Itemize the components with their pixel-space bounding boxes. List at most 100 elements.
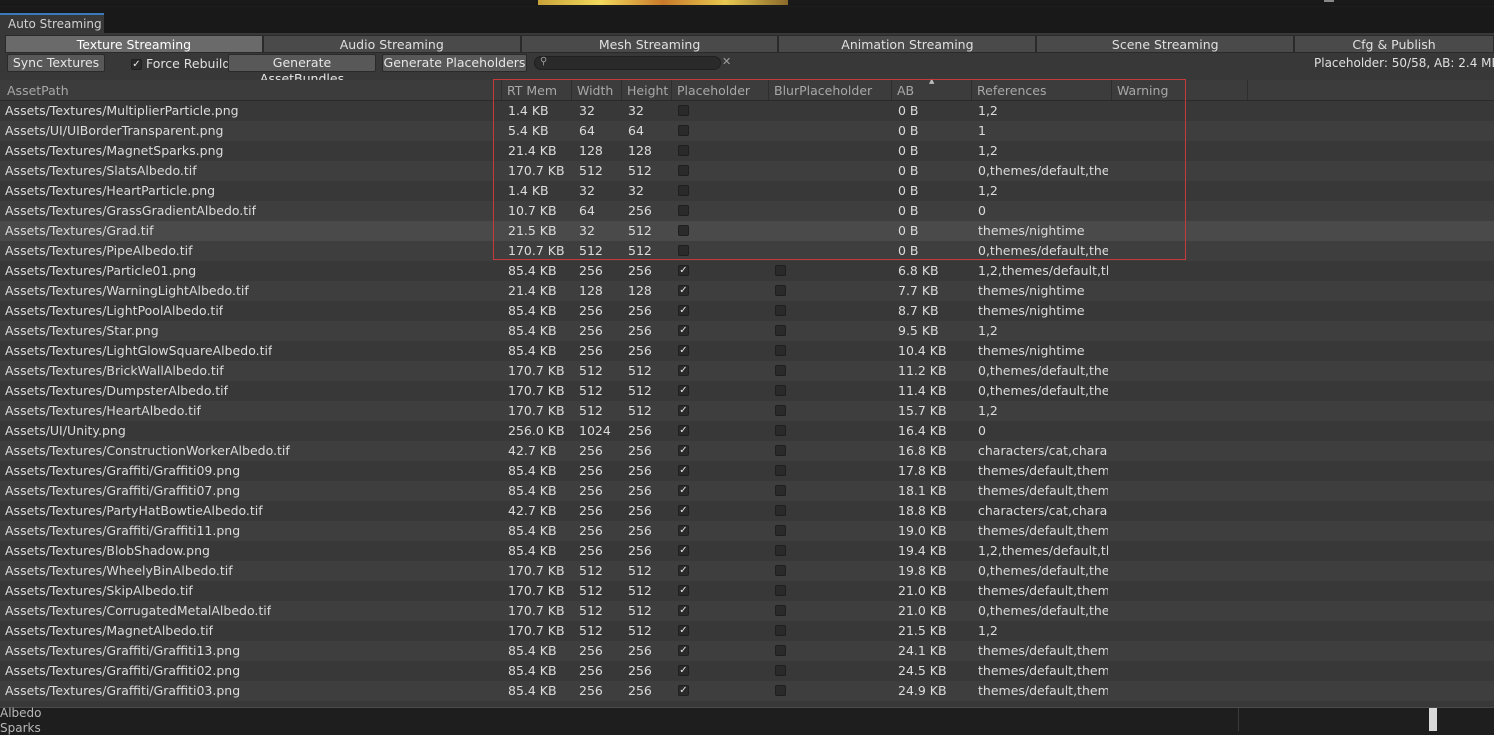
blur-placeholder-checkbox[interactable] (775, 681, 786, 701)
checkbox[interactable]: ✓ (678, 405, 689, 416)
table-row[interactable]: Assets/Textures/Graffiti/Graffiti03.png 8… (0, 681, 1494, 701)
table-row[interactable]: Assets/UI/UIBorderTransparent.png 5.4 KB 6… (0, 121, 1494, 141)
force-rebuild-checkbox[interactable]: ✓ (131, 59, 142, 70)
table-row[interactable]: Assets/Textures/LightPoolAlbedo.tif 85.4 … (0, 301, 1494, 321)
table-row[interactable]: Assets/Textures/HeartAlbedo.tif 170.7 KB 5… (0, 401, 1494, 421)
checkbox[interactable]: ✓ (678, 345, 689, 356)
blur-placeholder-checkbox[interactable] (775, 561, 786, 581)
checkbox[interactable] (775, 545, 786, 556)
placeholder-checkbox[interactable]: ✓ (678, 301, 689, 321)
table-row[interactable]: Assets/Textures/Star.png 85.4 KB 256 256 ✓ 9.… (0, 321, 1494, 341)
table-row[interactable]: Assets/Textures/Graffiti/Graffiti13.png 8… (0, 641, 1494, 661)
placeholder-checkbox[interactable]: ✓ (678, 341, 689, 361)
checkbox[interactable] (678, 225, 689, 236)
tab-scene-streaming[interactable]: Scene Streaming (1036, 35, 1295, 53)
checkbox[interactable]: ✓ (678, 365, 689, 376)
checkbox[interactable]: ✓ (678, 665, 689, 676)
sync-textures-button[interactable]: Sync Textures (7, 54, 105, 72)
blur-placeholder-checkbox[interactable] (775, 261, 786, 281)
checkbox[interactable] (678, 205, 689, 216)
checkbox[interactable]: ✓ (678, 685, 689, 696)
tab-audio-streaming[interactable]: Audio Streaming (262, 35, 521, 53)
checkbox[interactable] (775, 365, 786, 376)
placeholder-checkbox[interactable]: ✓ (678, 281, 689, 301)
table-row[interactable]: Assets/Textures/BrickWallAlbedo.tif 170.7… (0, 361, 1494, 381)
checkbox[interactable] (775, 425, 786, 436)
checkbox[interactable] (775, 485, 786, 496)
placeholder-checkbox[interactable]: ✓ (678, 621, 689, 641)
placeholder-checkbox[interactable]: ✓ (678, 261, 689, 281)
table-row[interactable]: Assets/Textures/Graffiti/Graffiti07.png 8… (0, 481, 1494, 501)
force-rebuild-toggle[interactable]: ✓ Force Rebuild (131, 56, 230, 71)
generate-assetbundles-button[interactable]: Generate AssetBundles (228, 54, 376, 86)
checkbox[interactable]: ✓ (678, 485, 689, 496)
checkbox[interactable]: ✓ (678, 325, 689, 336)
blur-placeholder-checkbox[interactable] (775, 521, 786, 541)
placeholder-checkbox[interactable]: ✓ (678, 641, 689, 661)
blur-placeholder-checkbox[interactable] (775, 501, 786, 521)
checkbox[interactable] (775, 405, 786, 416)
blur-placeholder-checkbox[interactable] (775, 401, 786, 421)
table-row[interactable]: Assets/Textures/Particle01.png 85.4 KB 256… (0, 261, 1494, 281)
placeholder-checkbox[interactable]: ✓ (678, 321, 689, 341)
blur-placeholder-checkbox[interactable] (775, 601, 786, 621)
table-row[interactable]: Assets/Textures/WarningLightAlbedo.tif 21… (0, 281, 1494, 301)
placeholder-checkbox[interactable]: ✓ (678, 361, 689, 381)
placeholder-checkbox[interactable] (678, 161, 689, 181)
checkbox[interactable]: ✓ (678, 445, 689, 456)
table-row[interactable]: Assets/Textures/MagnetSparks.png 21.4 KB 1… (0, 141, 1494, 161)
checkbox[interactable] (678, 145, 689, 156)
checkbox[interactable]: ✓ (678, 305, 689, 316)
blur-placeholder-checkbox[interactable] (775, 621, 786, 641)
table-row[interactable]: Assets/Textures/GrassGradientAlbedo.tif 1… (0, 201, 1494, 221)
blur-placeholder-checkbox[interactable] (775, 541, 786, 561)
checkbox[interactable]: ✓ (678, 505, 689, 516)
checkbox[interactable] (775, 445, 786, 456)
tab-animation-streaming[interactable]: Animation Streaming (778, 35, 1037, 53)
checkbox[interactable] (775, 645, 786, 656)
checkbox[interactable] (775, 685, 786, 696)
placeholder-checkbox[interactable] (678, 181, 689, 201)
tab-mesh-streaming[interactable]: Mesh Streaming (520, 35, 779, 53)
checkbox[interactable]: ✓ (678, 265, 689, 276)
blur-placeholder-checkbox[interactable] (775, 441, 786, 461)
table-row[interactable]: Assets/Textures/CorrugatedMetalAlbedo.ti… (0, 601, 1494, 621)
table-row[interactable]: Assets/Textures/MagnetAlbedo.tif 170.7 KB… (0, 621, 1494, 641)
checkbox[interactable] (775, 265, 786, 276)
blur-placeholder-checkbox[interactable] (775, 581, 786, 601)
table-row[interactable]: Assets/Textures/LightGlowSquareAlbedo.ti… (0, 341, 1494, 361)
table-row[interactable]: Assets/Textures/Grad.tif 21.5 KB 32 512 0 B t… (0, 221, 1494, 241)
blur-placeholder-checkbox[interactable] (775, 661, 786, 681)
placeholder-checkbox[interactable] (678, 221, 689, 241)
window-tab-auto-streaming[interactable]: Auto Streaming (0, 13, 104, 34)
checkbox[interactable]: ✓ (678, 645, 689, 656)
checkbox[interactable] (678, 185, 689, 196)
checkbox[interactable] (775, 565, 786, 576)
placeholder-checkbox[interactable] (678, 101, 689, 121)
placeholder-checkbox[interactable]: ✓ (678, 601, 689, 621)
placeholder-checkbox[interactable] (678, 121, 689, 141)
checkbox[interactable] (775, 345, 786, 356)
checkbox[interactable] (775, 385, 786, 396)
table-row[interactable]: Assets/Textures/MultiplierParticle.png 1.… (0, 101, 1494, 121)
checkbox[interactable] (775, 525, 786, 536)
table-row[interactable]: Assets/Textures/Graffiti/Graffiti11.png 8… (0, 521, 1494, 541)
table-row[interactable]: Assets/Textures/Graffiti/Graffiti02.png 8… (0, 661, 1494, 681)
placeholder-checkbox[interactable]: ✓ (678, 481, 689, 501)
blur-placeholder-checkbox[interactable] (775, 281, 786, 301)
table-row[interactable]: Assets/Textures/SlatsAlbedo.tif 170.7 KB 5… (0, 161, 1494, 181)
placeholder-checkbox[interactable]: ✓ (678, 401, 689, 421)
checkbox[interactable]: ✓ (678, 385, 689, 396)
blur-placeholder-checkbox[interactable] (775, 461, 786, 481)
table-row[interactable]: Assets/Textures/BlobShadow.png 85.4 KB 256… (0, 541, 1494, 561)
placeholder-checkbox[interactable]: ✓ (678, 381, 689, 401)
blur-placeholder-checkbox[interactable] (775, 321, 786, 341)
placeholder-checkbox[interactable]: ✓ (678, 541, 689, 561)
checkbox[interactable]: ✓ (678, 545, 689, 556)
checkbox[interactable]: ✓ (678, 285, 689, 296)
checkbox[interactable] (678, 105, 689, 116)
placeholder-checkbox[interactable] (678, 241, 689, 261)
placeholder-checkbox[interactable]: ✓ (678, 421, 689, 441)
placeholder-checkbox[interactable]: ✓ (678, 581, 689, 601)
table-row[interactable]: Assets/Textures/SkipAlbedo.tif 170.7 KB 51… (0, 581, 1494, 601)
